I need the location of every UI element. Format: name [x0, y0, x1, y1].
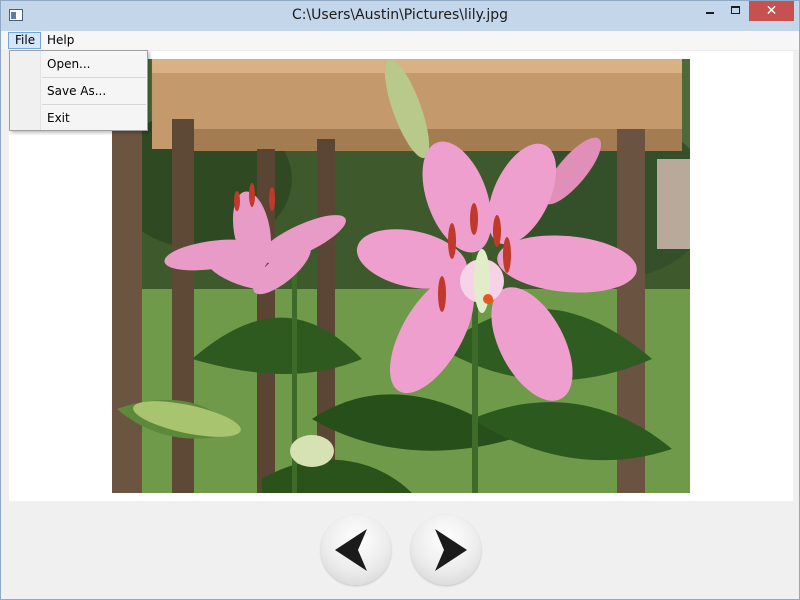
- menu-file[interactable]: File: [8, 32, 41, 49]
- menu-item-exit[interactable]: Exit: [47, 107, 70, 129]
- title-bar[interactable]: C:\Users\Austin\Pictures\lily.jpg ✕: [1, 1, 799, 31]
- photo-lily: [112, 59, 690, 493]
- previous-image-button[interactable]: [321, 515, 391, 585]
- arrow-right-icon: [435, 529, 467, 571]
- arrow-left-icon: [335, 529, 367, 571]
- next-image-button[interactable]: [411, 515, 481, 585]
- menu-separator: [42, 104, 146, 105]
- menu-help[interactable]: Help: [41, 32, 80, 49]
- navigation-bar: [9, 503, 793, 595]
- menu-icon-gutter: [10, 51, 41, 130]
- menu-item-open[interactable]: Open...: [47, 53, 91, 75]
- maximize-button[interactable]: [723, 1, 749, 21]
- menu-separator: [42, 77, 146, 78]
- close-button[interactable]: ✕: [749, 1, 794, 21]
- minimize-button[interactable]: [697, 1, 723, 21]
- app-window: C:\Users\Austin\Pictures\lily.jpg ✕ File…: [0, 0, 800, 600]
- window-title: C:\Users\Austin\Pictures\lily.jpg: [291, 7, 509, 23]
- close-icon: ✕: [765, 3, 778, 19]
- menu-bar: File Help: [1, 31, 799, 51]
- menu-item-save-as[interactable]: Save As...: [47, 80, 106, 102]
- file-menu-dropdown: Open... Save As... Exit: [9, 50, 148, 131]
